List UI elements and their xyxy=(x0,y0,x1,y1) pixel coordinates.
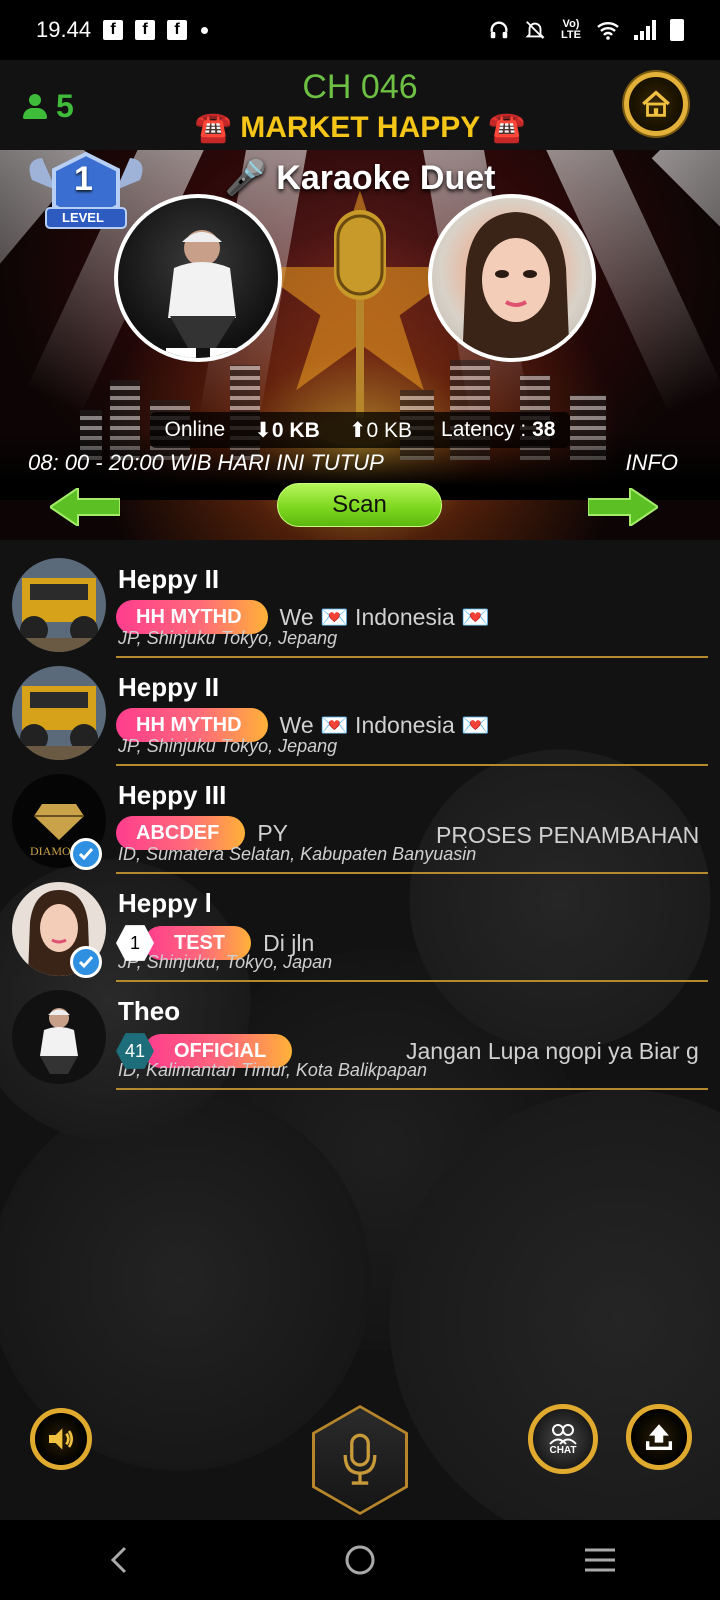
level-label: LEVEL xyxy=(62,210,104,225)
user-name: Heppy II xyxy=(118,564,220,594)
list-item[interactable]: DIAMO Heppy III ABCDEF PY PROSES PENAMBA… xyxy=(0,768,720,876)
home-button[interactable] xyxy=(624,72,688,136)
divider xyxy=(116,1088,708,1090)
battery-icon xyxy=(670,19,684,41)
status-time: 19.44 xyxy=(36,17,92,42)
home-circle-icon xyxy=(345,1545,375,1575)
facebook-icon: f xyxy=(135,20,156,40)
prev-arrow-button[interactable] xyxy=(50,488,120,526)
man-photo xyxy=(166,230,240,358)
volume-button[interactable] xyxy=(30,1408,92,1470)
user-name: Heppy II xyxy=(118,672,220,702)
recents-button[interactable] xyxy=(570,1530,630,1590)
singer-avatar-right[interactable] xyxy=(428,194,596,362)
list-item[interactable]: Theo 41 OFFICIAL Jangan Lupa ngopi ya Bi… xyxy=(0,984,720,1092)
user-avatar[interactable] xyxy=(12,990,106,1084)
list-item[interactable]: Heppy II HH MYTHD We 💌 Indonesia 💌 JP, S… xyxy=(0,552,720,660)
online-label: Online xyxy=(164,418,226,441)
signal-icon xyxy=(634,20,656,40)
back-icon xyxy=(110,1546,127,1574)
speaker-icon xyxy=(49,1428,73,1450)
user-status: We 💌 Indonesia 💌 xyxy=(279,603,490,630)
info-link[interactable]: INFO xyxy=(625,450,678,476)
channel-number: CH 046 xyxy=(302,68,418,106)
home-nav-button[interactable] xyxy=(330,1530,390,1590)
user-location: ID, Kalimantan Timur, Kota Balikpapan xyxy=(118,1060,427,1080)
facebook-icon: f xyxy=(103,20,124,40)
schedule-text: 08: 00 - 20:00 WIB HARI INI TUTUP xyxy=(28,450,384,475)
system-nav-bar xyxy=(0,1520,720,1600)
list-item[interactable]: Heppy l 1 TEST Di jln JP, Shinjuku, Toky… xyxy=(0,876,720,984)
user-name: Heppy III xyxy=(118,780,227,810)
upload-button[interactable] xyxy=(626,1404,692,1470)
room-header: 5 CH 046 ☎️ MARKET HAPPY ☎️ xyxy=(0,60,720,150)
user-location: JP, Shinjuku, Tokyo, Japan xyxy=(118,952,333,972)
truck-photo xyxy=(12,666,106,760)
download-stat: ⬇0 KB xyxy=(254,418,320,442)
truck-photo xyxy=(12,558,106,652)
divider xyxy=(116,764,708,766)
user-location: JP, Shinjuku Tokyo, Jepang xyxy=(118,628,338,648)
chat-button[interactable]: CHAT xyxy=(528,1404,598,1474)
banner-title: 🎤 Karaoke Duet xyxy=(224,159,496,197)
singer-avatar-left[interactable] xyxy=(114,194,282,362)
wifi-icon xyxy=(597,22,619,40)
user-status: PY xyxy=(257,819,289,846)
status-bar: 19.44 f f f Vo) LTE xyxy=(0,0,720,60)
upload-icon xyxy=(645,1424,673,1451)
user-location: ID, Sumatera Selatan, Kabupaten Banyuasi… xyxy=(118,844,477,864)
list-item[interactable]: Heppy II HH MYTHD We 💌 Indonesia 💌 JP, S… xyxy=(0,660,720,768)
bell-off-icon xyxy=(525,21,545,39)
scan-button[interactable]: Scan xyxy=(277,483,442,527)
user-avatar[interactable] xyxy=(12,666,106,760)
divider xyxy=(116,980,708,982)
avatar-text: DIAMO xyxy=(30,844,71,858)
verified-icon xyxy=(70,946,102,978)
facebook-icon: f xyxy=(167,20,188,40)
user-list: Heppy II HH MYTHD We 💌 Indonesia 💌 JP, S… xyxy=(0,552,720,1092)
user-name: Heppy l xyxy=(118,888,212,918)
divider xyxy=(116,656,708,658)
room-name: ☎️ MARKET HAPPY ☎️ xyxy=(194,111,526,144)
room-banner: 1 LEVEL 🎤 Karaoke Duet Online ⬇0 KB ⬆0 K… xyxy=(0,150,720,540)
microphone-icon xyxy=(343,1433,377,1485)
group-chat-icon xyxy=(549,1423,577,1445)
upload-stat: ⬆0 KB xyxy=(348,418,412,442)
user-name: Theo xyxy=(118,996,181,1026)
next-arrow-button[interactable] xyxy=(588,488,658,526)
user-status-marquee: Jangan Lupa ngopi ya Biar g xyxy=(406,1038,698,1064)
user-avatar[interactable] xyxy=(12,558,106,652)
download-arrow-icon: ⬇ xyxy=(254,418,272,442)
menu-icon xyxy=(585,1548,615,1572)
latency-stat: Latency : 38 xyxy=(441,418,556,441)
connection-stats: Online ⬇0 KB ⬆0 KB Latency : 38 xyxy=(150,412,570,448)
man-photo xyxy=(40,1008,78,1074)
volte-icon: Vo) LTE xyxy=(561,18,581,41)
chat-label: CHAT xyxy=(549,1444,577,1456)
verified-icon xyxy=(70,838,102,870)
microphone-button[interactable] xyxy=(312,1405,408,1515)
upload-arrow-icon: ⬆ xyxy=(348,418,367,442)
headphones-icon xyxy=(490,21,508,39)
notification-dot-icon xyxy=(201,26,209,34)
divider xyxy=(116,872,708,874)
home-icon xyxy=(642,90,670,117)
back-button[interactable] xyxy=(90,1530,150,1590)
user-status: We 💌 Indonesia 💌 xyxy=(279,711,490,738)
woman-photo xyxy=(462,212,570,358)
user-location: JP, Shinjuku Tokyo, Jepang xyxy=(118,736,338,756)
